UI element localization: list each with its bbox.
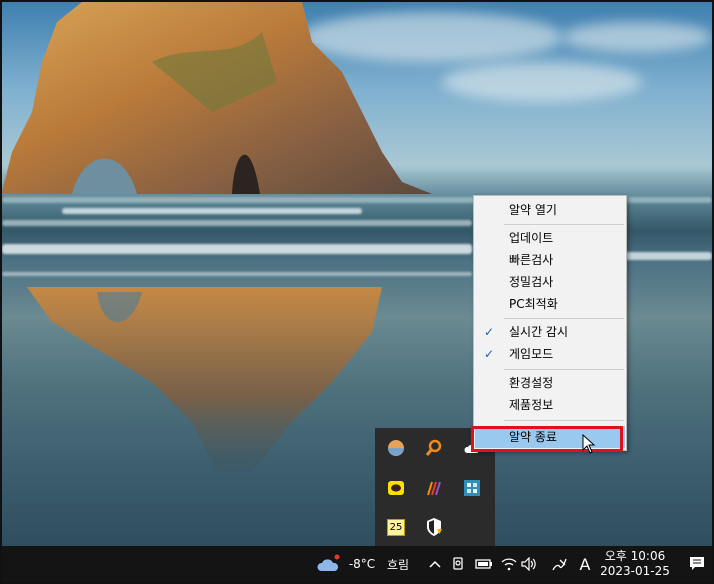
menu-item-label: 실시간 감시 bbox=[509, 325, 569, 339]
tray-context-menu: 알약 열기 업데이트 빠른검사 정밀검사 PC최적화 ✓ 실시간 감시 ✓ 게임… bbox=[473, 195, 627, 451]
menu-item-label: PC최적화 bbox=[509, 297, 558, 311]
menu-separator bbox=[504, 420, 624, 421]
menu-item-label: 알약 열기 bbox=[509, 203, 557, 217]
screen: 25 알약 열기 업데이트 빠른검사 정밀검사 PC최적화 ✓ 실시간 감시 ✓… bbox=[0, 0, 714, 584]
clock[interactable]: 오후 10:06 2023-01-25 bbox=[598, 549, 672, 579]
highlight-box bbox=[471, 426, 623, 452]
menu-item-label: 빠른검사 bbox=[509, 253, 554, 267]
menu-item-label: 환경설정 bbox=[509, 376, 554, 390]
calendar-icon-label: 25 bbox=[387, 518, 405, 536]
menu-item-game-mode[interactable]: ✓ 게임모드 bbox=[475, 343, 625, 365]
battery-icon[interactable] bbox=[474, 546, 494, 582]
menu-item-pc-optimize[interactable]: PC최적화 bbox=[475, 293, 625, 315]
menu-separator bbox=[504, 318, 624, 319]
weather-widget-icon[interactable] bbox=[314, 546, 342, 582]
menu-separator bbox=[504, 369, 624, 370]
taskbar: -8°C 흐림 A 오후 10:06 2023-01-25 bbox=[2, 546, 712, 582]
mouse-pointer-icon bbox=[582, 434, 596, 454]
menu-item-realtime-monitor[interactable]: ✓ 실시간 감시 bbox=[475, 321, 625, 343]
menu-item-label: 정밀검사 bbox=[509, 275, 554, 289]
weather-app-icon[interactable] bbox=[385, 437, 407, 459]
wifi-icon[interactable] bbox=[500, 546, 518, 582]
notification-icon[interactable] bbox=[686, 546, 708, 582]
ime-icon[interactable]: A bbox=[576, 546, 594, 582]
kakaotalk-icon[interactable] bbox=[385, 477, 407, 499]
calendar-icon[interactable]: 25 bbox=[385, 516, 407, 538]
menu-item-label: 업데이트 bbox=[509, 231, 554, 245]
volume-icon[interactable] bbox=[520, 546, 538, 582]
menu-item-quick-scan[interactable]: 빠른검사 bbox=[475, 249, 625, 271]
weather-condition[interactable]: 흐림 bbox=[382, 546, 414, 582]
stripes-app-icon[interactable] bbox=[423, 477, 445, 499]
meet-now-icon[interactable] bbox=[450, 546, 468, 582]
menu-item-label: 제품정보 bbox=[509, 398, 554, 412]
grid-app-icon[interactable] bbox=[461, 477, 483, 499]
chevron-up-icon[interactable] bbox=[426, 546, 444, 582]
menu-item-label: 게임모드 bbox=[509, 347, 554, 361]
search-magnifier-icon[interactable] bbox=[423, 437, 445, 459]
check-icon: ✓ bbox=[484, 325, 495, 339]
clock-time: 오후 10:06 bbox=[604, 549, 666, 563]
weather-temperature[interactable]: -8°C bbox=[345, 546, 379, 582]
menu-item-settings[interactable]: 환경설정 bbox=[475, 372, 625, 394]
menu-item-full-scan[interactable]: 정밀검사 bbox=[475, 271, 625, 293]
clock-date: 2023-01-25 bbox=[600, 564, 670, 578]
menu-item-product-info[interactable]: 제품정보 bbox=[475, 394, 625, 416]
check-icon: ✓ bbox=[484, 347, 495, 361]
menu-item-open[interactable]: 알약 열기 bbox=[475, 199, 625, 221]
menu-separator bbox=[504, 224, 624, 225]
menu-item-update[interactable]: 업데이트 bbox=[475, 227, 625, 249]
pen-icon[interactable] bbox=[550, 546, 568, 582]
alyac-shield-icon[interactable] bbox=[423, 516, 445, 538]
